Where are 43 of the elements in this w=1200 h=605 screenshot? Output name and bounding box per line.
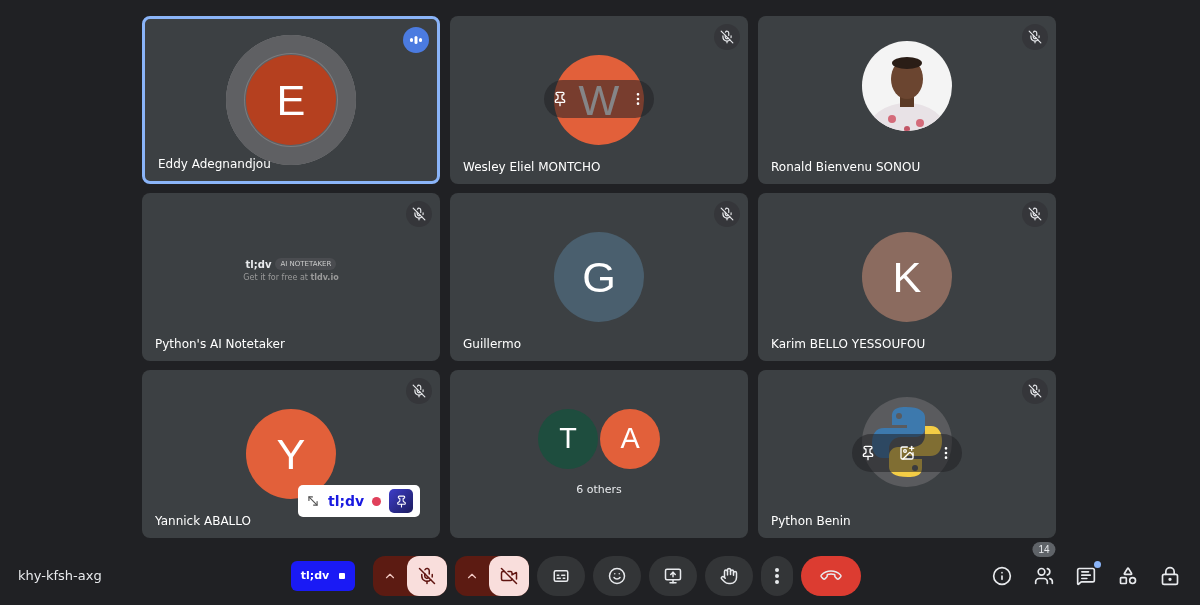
pin-icon[interactable]	[552, 91, 568, 107]
participant-name: Karim BELLO YESSOUFOU	[771, 337, 926, 351]
others-caption: 6 others	[576, 482, 622, 496]
present-button[interactable]	[649, 555, 697, 596]
more-button[interactable]	[761, 555, 793, 596]
captions-button[interactable]	[537, 555, 585, 596]
participant-name: Eddy Adegnandjou	[158, 157, 271, 171]
participant-name: Wesley Eliel MONTCHO	[463, 160, 601, 174]
participant-count: 14	[1032, 541, 1056, 557]
pin-icon[interactable]	[860, 445, 876, 461]
avatar: T	[538, 408, 598, 469]
recorder-button[interactable]: tl;dv	[291, 560, 355, 591]
participant-name: Yannick ABALLO	[155, 514, 251, 528]
pin-icon	[394, 494, 408, 508]
avatar: A	[600, 408, 660, 469]
participant-name: Guillermo	[463, 337, 522, 351]
emoji-button[interactable]	[593, 555, 641, 596]
meeting-code: khy-kfsh-axg	[18, 568, 103, 583]
raise-hand-button[interactable]	[705, 555, 753, 596]
speaking-indicator-icon	[403, 27, 429, 53]
camera-off-icon	[500, 566, 518, 585]
camera-off-button[interactable]	[489, 555, 529, 596]
participant-name: Python's AI Notetaker	[155, 337, 285, 351]
bot-logo-text: tl;dv	[245, 258, 272, 270]
avatar: W	[554, 55, 644, 145]
chat-icon[interactable]	[1074, 563, 1098, 588]
bot-promo-text: Get it for free at tldv.io	[243, 273, 339, 282]
pin-sparkle-button[interactable]	[389, 489, 414, 513]
avatar: K	[862, 232, 952, 322]
avatar: E	[246, 55, 336, 145]
mic-off-icon	[418, 566, 436, 585]
mic-off-button[interactable]	[407, 555, 447, 596]
hand-icon	[720, 566, 738, 585]
avatar: G	[554, 232, 644, 322]
expand-icon[interactable]	[306, 494, 320, 508]
screen-upload-icon	[664, 566, 682, 585]
more-icon	[775, 567, 779, 584]
smiley-icon	[608, 566, 626, 585]
end-call-button[interactable]	[801, 555, 861, 596]
python-logo-icon	[862, 397, 952, 487]
participant-name: Ronald Bienvenu SONOU	[771, 160, 921, 174]
image-add-icon[interactable]	[899, 445, 915, 461]
participant-name: Python Benin	[771, 514, 851, 528]
